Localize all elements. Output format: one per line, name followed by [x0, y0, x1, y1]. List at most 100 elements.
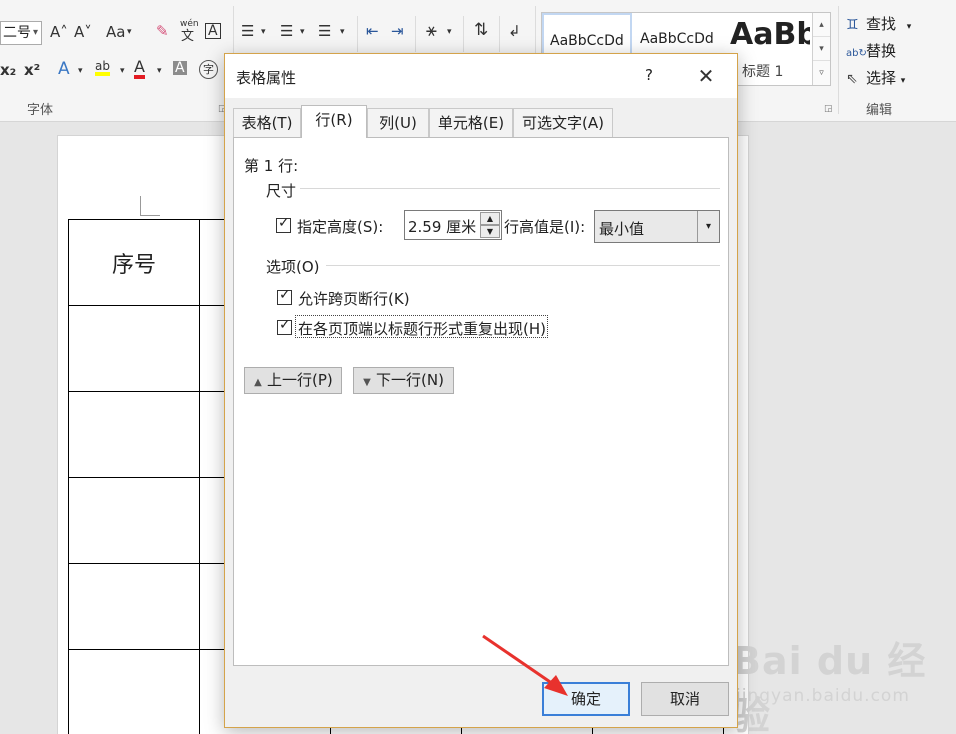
chevron-down-icon[interactable]: ▾	[447, 28, 452, 37]
tab-cell[interactable]: 单元格(E)	[429, 108, 513, 137]
replace-label: 替换	[866, 42, 897, 60]
height-value: 2.59 厘米	[408, 218, 477, 236]
table-cell[interactable]	[68, 477, 200, 564]
table-cell[interactable]	[68, 305, 200, 392]
subscript-button[interactable]: x₂	[0, 63, 16, 78]
table-properties-dialog: 表格属性 ? ✕ 表格(T) 行(R) 列(U) 单元格(E) 可选文字(A) …	[224, 53, 738, 728]
checkmark-icon: ✓	[278, 215, 290, 231]
table-cell[interactable]	[68, 391, 200, 478]
chevron-down-icon[interactable]: ▾	[300, 28, 305, 37]
clear-format-icon[interactable]: ✎	[156, 24, 169, 39]
section-divider	[300, 188, 720, 189]
triangle-down-icon: ▼	[363, 377, 371, 388]
char-border-button[interactable]: A	[205, 23, 221, 39]
numbering-icon[interactable]: ☰	[280, 24, 293, 39]
repeat-header-row-checkbox[interactable]: ✓	[277, 318, 292, 335]
enclose-char-button[interactable]: 字	[199, 60, 218, 79]
chevron-down-icon[interactable]: ▾	[907, 22, 912, 32]
row-height-rule-value: 最小值	[599, 220, 645, 238]
decrease-indent-icon[interactable]: ⇤	[366, 24, 379, 39]
chevron-down-icon[interactable]: ▾	[127, 28, 132, 37]
shrink-font-button[interactable]: A˅	[74, 25, 92, 40]
row-heading: 第 1 行:	[244, 157, 299, 175]
repeat-header-row-label: 在各页顶端以标题行形式重复出现(H)	[298, 320, 546, 338]
table-cell[interactable]	[68, 649, 200, 734]
replace-button[interactable]: ab↻替换	[846, 40, 896, 61]
table-cell[interactable]	[68, 563, 200, 650]
font-color-button[interactable]: A	[134, 59, 145, 79]
height-spinner[interactable]: 2.59 厘米 ▲ ▼	[404, 210, 502, 240]
chevron-down-icon[interactable]: ▾	[901, 76, 906, 86]
previous-row-button[interactable]: ▲ 上一行(P)	[244, 367, 342, 394]
allow-row-break-checkbox[interactable]: ✓	[277, 287, 292, 305]
text-effects-button[interactable]: A	[58, 61, 70, 78]
increase-indent-icon[interactable]: ⇥	[391, 24, 404, 39]
ribbon-divider	[499, 16, 500, 52]
gallery-scroll: ▴ ▾ ▿	[812, 13, 830, 85]
scroll-up-icon[interactable]: ▴	[813, 13, 830, 37]
select-label: 选择	[866, 69, 897, 87]
show-formatting-icon[interactable]: ↲	[508, 24, 521, 39]
close-button[interactable]: ✕	[691, 63, 721, 89]
specify-height-label: 指定高度(S):	[297, 218, 384, 236]
style-heading-1[interactable]: AaBb 标题 1	[730, 13, 810, 85]
annotation-arrow-icon	[482, 634, 568, 696]
checkmark-icon: ✓	[279, 287, 291, 303]
gallery-more-icon[interactable]: ▿	[813, 61, 830, 85]
font-group-label: 字体	[27, 103, 54, 118]
multilevel-list-icon[interactable]: ☰	[318, 24, 331, 39]
cursor-icon: ⇖	[846, 71, 858, 87]
ribbon-divider	[357, 16, 358, 52]
chinese-layout-icon[interactable]: ⚹	[426, 22, 437, 40]
char-shading-button[interactable]: A	[173, 61, 187, 75]
change-case-button[interactable]: Aa	[106, 25, 125, 40]
superscript-button[interactable]: x²	[24, 63, 40, 78]
crop-mark	[140, 196, 160, 216]
help-button[interactable]: ?	[638, 66, 660, 88]
font-size-value: 二号	[3, 25, 31, 41]
row-height-rule-select[interactable]: 最小值 ▾	[594, 210, 720, 243]
chevron-down-icon[interactable]: ▾	[33, 22, 38, 44]
find-button[interactable]: ♊ 查找 ▾	[846, 13, 911, 34]
font-size-combobox[interactable]: 二号 ▾	[0, 21, 42, 45]
chevron-down-icon[interactable]: ▾	[120, 67, 125, 76]
allow-row-break-label: 允许跨页断行(K)	[298, 290, 410, 308]
dialog-tabs: 表格(T) 行(R) 列(U) 单元格(E) 可选文字(A)	[233, 105, 733, 138]
style-sample: AaBbCcDd	[640, 31, 714, 47]
highlight-button[interactable]: ab	[95, 60, 110, 76]
cancel-button[interactable]: 取消	[641, 682, 729, 716]
chevron-down-icon[interactable]: ▾	[340, 28, 345, 37]
next-row-button[interactable]: ▼ 下一行(N)	[353, 367, 454, 394]
phonetic-guide-button[interactable]: 文	[181, 30, 194, 43]
scroll-down-icon[interactable]: ▾	[813, 37, 830, 61]
size-section-label: 尺寸	[266, 182, 297, 200]
sort-icon[interactable]: ⇅	[474, 22, 488, 39]
row-tab-panel: 第 1 行: 尺寸 ✓ 指定高度(S): 2.59 厘米 ▲ ▼ 行高值是(I)…	[233, 137, 729, 666]
spin-down-icon[interactable]: ▼	[480, 225, 500, 238]
section-divider	[326, 265, 720, 266]
style-sample: AaBbCcDd	[550, 33, 624, 49]
specify-height-checkbox[interactable]: ✓	[276, 215, 291, 233]
dialog-launcher-icon[interactable]: ◲	[824, 104, 833, 114]
table-cell-header[interactable]: 序号	[68, 219, 200, 306]
bullets-icon[interactable]: ☰	[241, 24, 254, 39]
chevron-down-icon[interactable]: ▾	[157, 67, 162, 76]
tab-table[interactable]: 表格(T)	[233, 108, 301, 137]
style-name: 标题 1	[742, 64, 784, 80]
select-button[interactable]: ⇖ 选择 ▾	[846, 67, 905, 88]
grow-font-button[interactable]: A˄	[50, 25, 68, 40]
spin-up-icon[interactable]: ▲	[480, 212, 500, 225]
tab-row[interactable]: 行(R)	[301, 105, 367, 138]
phonetic-guide-top: wén	[180, 19, 199, 29]
ribbon-divider	[415, 16, 416, 52]
find-label: 查找	[866, 15, 897, 33]
tab-column[interactable]: 列(U)	[367, 108, 429, 137]
options-section-label: 选项(O)	[266, 258, 320, 276]
chevron-down-icon[interactable]: ▾	[697, 211, 719, 242]
chevron-down-icon[interactable]: ▾	[261, 28, 266, 37]
dialog-titlebar[interactable]: 表格属性 ? ✕	[225, 54, 737, 98]
ribbon-divider	[463, 16, 464, 52]
spinner-buttons: ▲ ▼	[480, 212, 500, 238]
chevron-down-icon[interactable]: ▾	[78, 67, 83, 76]
tab-alt-text[interactable]: 可选文字(A)	[513, 108, 613, 137]
